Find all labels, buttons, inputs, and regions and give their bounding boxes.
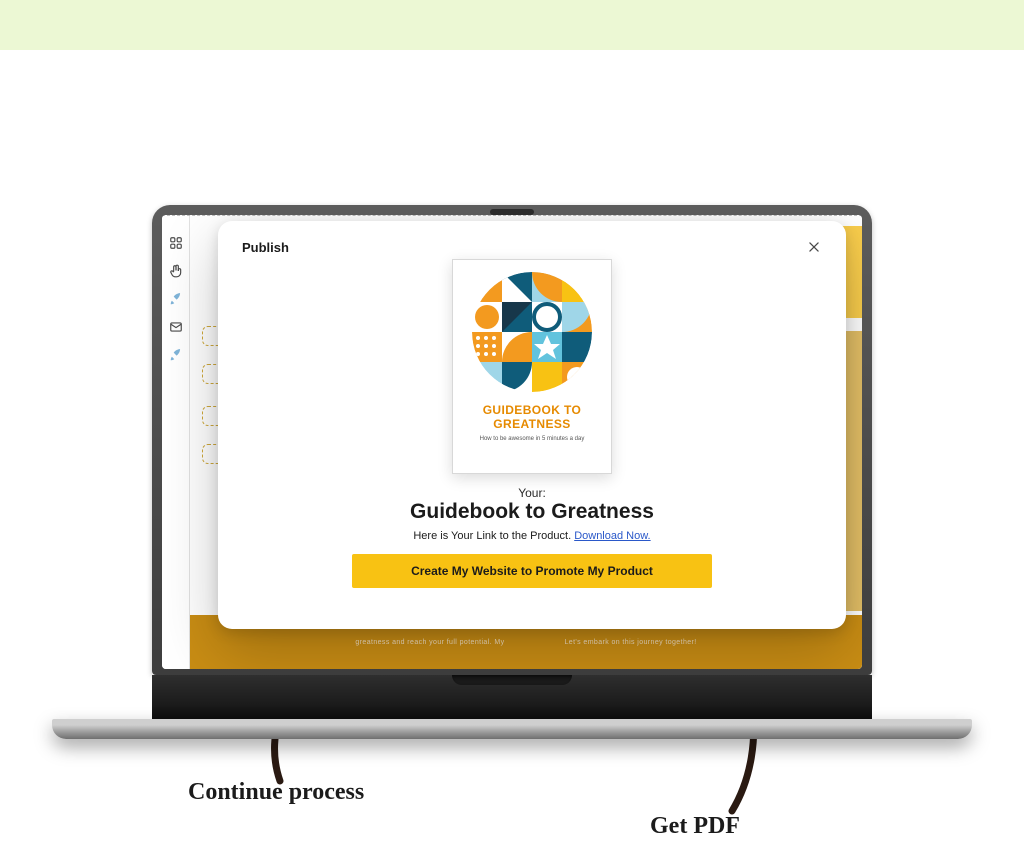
cover-title-line1: GUIDEBOOK TO [483, 403, 582, 417]
modal-header: Publish [242, 239, 822, 255]
modal-title: Publish [242, 240, 289, 255]
page-top-band [0, 0, 1024, 50]
cover-title: GUIDEBOOK TO GREATNESS [483, 404, 582, 432]
modal-body: GUIDEBOOK TO GREATNESS How to be awesome… [242, 255, 822, 609]
backdrop-footer-right: Let's embark on this journey together! [565, 639, 697, 646]
rocket-icon[interactable] [169, 292, 183, 306]
laptop-device: greatness and reach your full potential.… [152, 205, 872, 719]
laptop-screen-bezel: greatness and reach your full potential.… [152, 205, 872, 675]
laptop-screen: greatness and reach your full potential.… [162, 215, 862, 669]
download-prefix: Here is Your Link to the Product. [413, 530, 574, 542]
grid-icon[interactable] [169, 236, 183, 250]
cover-art-icon [472, 272, 592, 392]
app-sidebar [162, 216, 190, 669]
your-label: Your: [518, 486, 546, 500]
mail-icon[interactable] [169, 320, 183, 334]
close-button[interactable] [806, 239, 822, 255]
laptop-base-plate [52, 719, 972, 739]
cover-title-line2: GREATNESS [493, 417, 570, 431]
cover-subtitle: How to be awesome in 5 minutes a day [480, 436, 585, 442]
download-line: Here is Your Link to the Product. Downlo… [413, 530, 650, 542]
product-cover: GUIDEBOOK TO GREATNESS How to be awesome… [452, 259, 612, 474]
hand-icon[interactable] [169, 264, 183, 278]
publish-modal: Publish [218, 221, 846, 629]
create-website-button[interactable]: Create My Website to Promote My Product [352, 554, 712, 588]
rocket2-icon[interactable] [169, 348, 183, 362]
backdrop-footer-left: greatness and reach your full potential.… [355, 639, 504, 646]
product-name: Guidebook to Greatness [410, 500, 654, 524]
laptop-keyboard-deck [152, 675, 872, 719]
download-link[interactable]: Download Now. [574, 530, 650, 542]
stage: Continue process Get PDF [0, 50, 1024, 853]
